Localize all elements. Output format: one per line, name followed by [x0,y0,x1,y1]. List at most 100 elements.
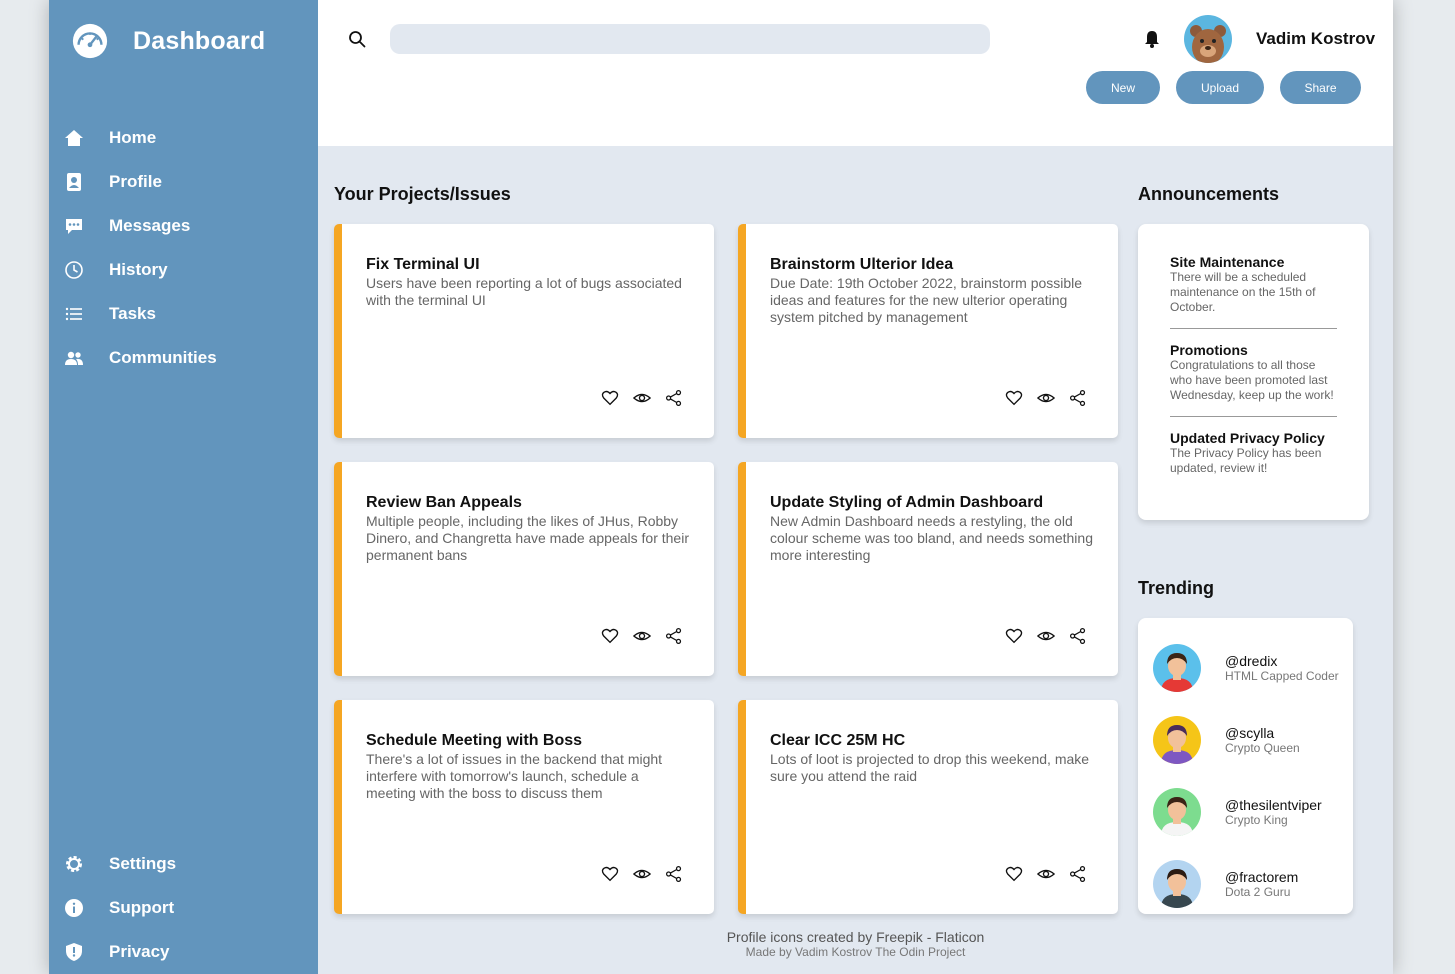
share-icon[interactable] [1068,388,1088,408]
eye-icon[interactable] [1036,626,1056,646]
project-card[interactable]: Fix Terminal UI Users have been reporting… [334,224,714,438]
upload-button[interactable]: Upload [1176,71,1264,104]
card-actions [600,864,684,884]
sidebar-item-profile[interactable]: Profile [63,160,303,204]
announcement-item[interactable]: Promotions Congratulations to all those … [1170,342,1337,417]
profile-icon [63,171,85,193]
communities-icon [63,347,85,369]
projects-title: Your Projects/Issues [334,184,511,204]
heart-icon[interactable] [1004,864,1024,884]
sidebar-nav: Home Profile Messages History Tasks Comm… [63,116,303,380]
sidebar-item-messages[interactable]: Messages [63,204,303,248]
trending-panel: @dredix HTML Capped Coder @scylla Crypto Qu… [1138,618,1353,914]
card-description: New Admin Dashboard needs a restyling, t… [770,513,1093,563]
announcement-item[interactable]: Updated Privacy Policy The Privacy Polic… [1170,430,1337,489]
search-icon[interactable] [348,30,366,48]
project-card[interactable]: Clear ICC 25M HC Lots of loot is projecte… [738,700,1118,914]
footer-credit[interactable]: Profile icons created by Freepik - Flati… [318,929,1393,945]
brand-title: Dashboard [133,26,266,55]
bell-icon[interactable] [1142,29,1162,49]
share-icon[interactable] [664,626,684,646]
avatar[interactable] [1184,15,1232,63]
speedometer-icon [72,23,108,59]
card-title: Review Ban Appeals [366,494,522,511]
eye-icon[interactable] [632,626,652,646]
info-icon [63,897,85,919]
home-icon [63,127,85,149]
sidebar-item-label: Settings [109,854,177,873]
trending-role: HTML Capped Coder [1225,669,1339,683]
share-icon[interactable] [664,388,684,408]
trending-item[interactable]: @fractorem Dota 2 Guru [1138,848,1353,920]
sidebar-item-tasks[interactable]: Tasks [63,292,303,336]
card-description: Users have been reporting a lot of bugs … [366,275,682,308]
announcement-text: There will be a scheduled maintenance on… [1170,270,1316,314]
announcement-text: The Privacy Policy has been updated, rev… [1170,446,1322,475]
announcements-panel: Site Maintenance There will be a schedul… [1138,224,1369,520]
announcement-item[interactable]: Site Maintenance There will be a schedul… [1170,254,1337,329]
trending-handle: @fractorem [1225,869,1299,885]
share-icon[interactable] [1068,864,1088,884]
sidebar-item-history[interactable]: History [63,248,303,292]
trending-handle: @scylla [1225,725,1275,741]
card-actions [1004,626,1088,646]
heart-icon[interactable] [600,388,620,408]
history-icon [63,259,85,281]
card-actions [600,626,684,646]
sidebar-item-privacy[interactable]: Privacy [63,930,303,974]
announcement-title: Updated Privacy Policy [1170,430,1325,446]
footer: Profile icons created by Freepik - Flati… [318,929,1393,959]
avatar [1153,788,1201,836]
heart-icon[interactable] [1004,388,1024,408]
card-title: Fix Terminal UI [366,256,480,273]
sidebar-item-communities[interactable]: Communities [63,336,303,380]
card-title: Update Styling of Admin Dashboard [770,494,1044,511]
trending-title: Trending [1138,578,1214,598]
eye-icon[interactable] [632,388,652,408]
share-icon[interactable] [1068,626,1088,646]
sidebar-item-home[interactable]: Home [63,116,303,160]
new-button[interactable]: New [1086,71,1160,104]
shield-icon [63,941,85,963]
brand[interactable]: Dashboard [71,22,265,60]
trending-text: @fractorem Dota 2 Guru [1225,869,1298,899]
avatar [1153,716,1201,764]
share-icon[interactable] [664,864,684,884]
eye-icon[interactable] [1036,388,1056,408]
search-input[interactable] [390,24,990,54]
announcement-text: Congratulations to all those who have be… [1170,358,1334,402]
project-card[interactable]: Review Ban Appeals Multiple people, inclu… [334,462,714,676]
sidebar-item-label: Profile [109,172,162,191]
sidebar-item-support[interactable]: Support [63,886,303,930]
header: Vadim Kostrov New Upload Share [318,0,1393,146]
heart-icon[interactable] [600,626,620,646]
card-actions [600,388,684,408]
announcements-title: Announcements [1138,184,1280,204]
sidebar-item-label: History [109,260,168,279]
sidebar-item-settings[interactable]: Settings [63,842,303,886]
gear-icon [63,853,85,875]
card-description: There's a lot of issues in the backend t… [366,751,663,801]
share-button[interactable]: Share [1280,71,1361,104]
trending-text: @scylla Crypto Queen [1225,725,1300,755]
project-card[interactable]: Brainstorm Ulterior Idea Due Date: 19th O… [738,224,1118,438]
footer-author[interactable]: Made by Vadim Kostrov The Odin Project [318,945,1393,959]
trending-item[interactable]: @dredix HTML Capped Coder [1138,632,1353,704]
trending-text: @thesilentviper Crypto King [1225,797,1322,827]
trending-role: Crypto Queen [1225,741,1300,755]
trending-role: Crypto King [1225,813,1288,827]
heart-icon[interactable] [1004,626,1024,646]
trending-item[interactable]: @thesilentviper Crypto King [1138,776,1353,848]
trending-item[interactable]: @scylla Crypto Queen [1138,704,1353,776]
heart-icon[interactable] [600,864,620,884]
card-title: Brainstorm Ulterior Idea [770,256,954,273]
project-card[interactable]: Schedule Meeting with Boss There's a lot … [334,700,714,914]
eye-icon[interactable] [1036,864,1056,884]
eye-icon[interactable] [632,864,652,884]
trending-text: @dredix HTML Capped Coder [1225,653,1339,683]
sidebar-item-label: Support [109,898,175,917]
sidebar-item-label: Home [109,128,157,147]
project-card[interactable]: Update Styling of Admin Dashboard New Adm… [738,462,1118,676]
announcement-title: Site Maintenance [1170,254,1285,270]
sidebar-item-label: Communities [109,348,217,367]
